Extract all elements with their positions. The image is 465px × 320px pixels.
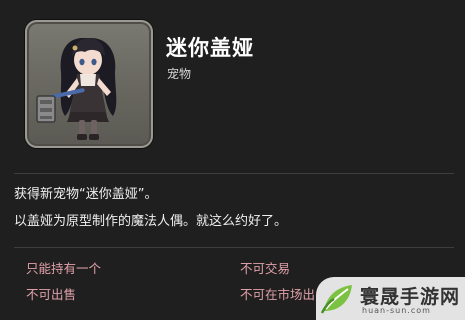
watermark-text: 寰晟手游网 [360, 286, 461, 308]
mini-gaia-minion-icon [25, 20, 153, 148]
property-unique: 只能持有一个 [26, 261, 102, 276]
property-untradable: 不可交易 [240, 261, 291, 276]
leaf-logo-icon [320, 285, 352, 314]
property-no-market: 不可在市场出 [240, 287, 316, 302]
item-tooltip: 迷你盖娅 宠物 获得新宠物“迷你盖娅”。 以盖娅为原型制作的魔法人偶。就这么约好… [0, 0, 465, 320]
description-line-1: 获得新宠物“迷你盖娅”。 [14, 187, 158, 202]
divider-bottom [14, 247, 454, 248]
watermark-url: huan-sun.com [362, 306, 431, 315]
property-unsellable: 不可出售 [26, 287, 77, 302]
item-name: 迷你盖娅 [166, 36, 254, 60]
divider-top [14, 173, 454, 174]
item-category: 宠物 [167, 67, 192, 81]
description-line-2: 以盖娅为原型制作的魔法人偶。就这么约好了。 [14, 214, 288, 229]
site-watermark: 寰晟手游网 huan-sun.com [316, 277, 465, 320]
